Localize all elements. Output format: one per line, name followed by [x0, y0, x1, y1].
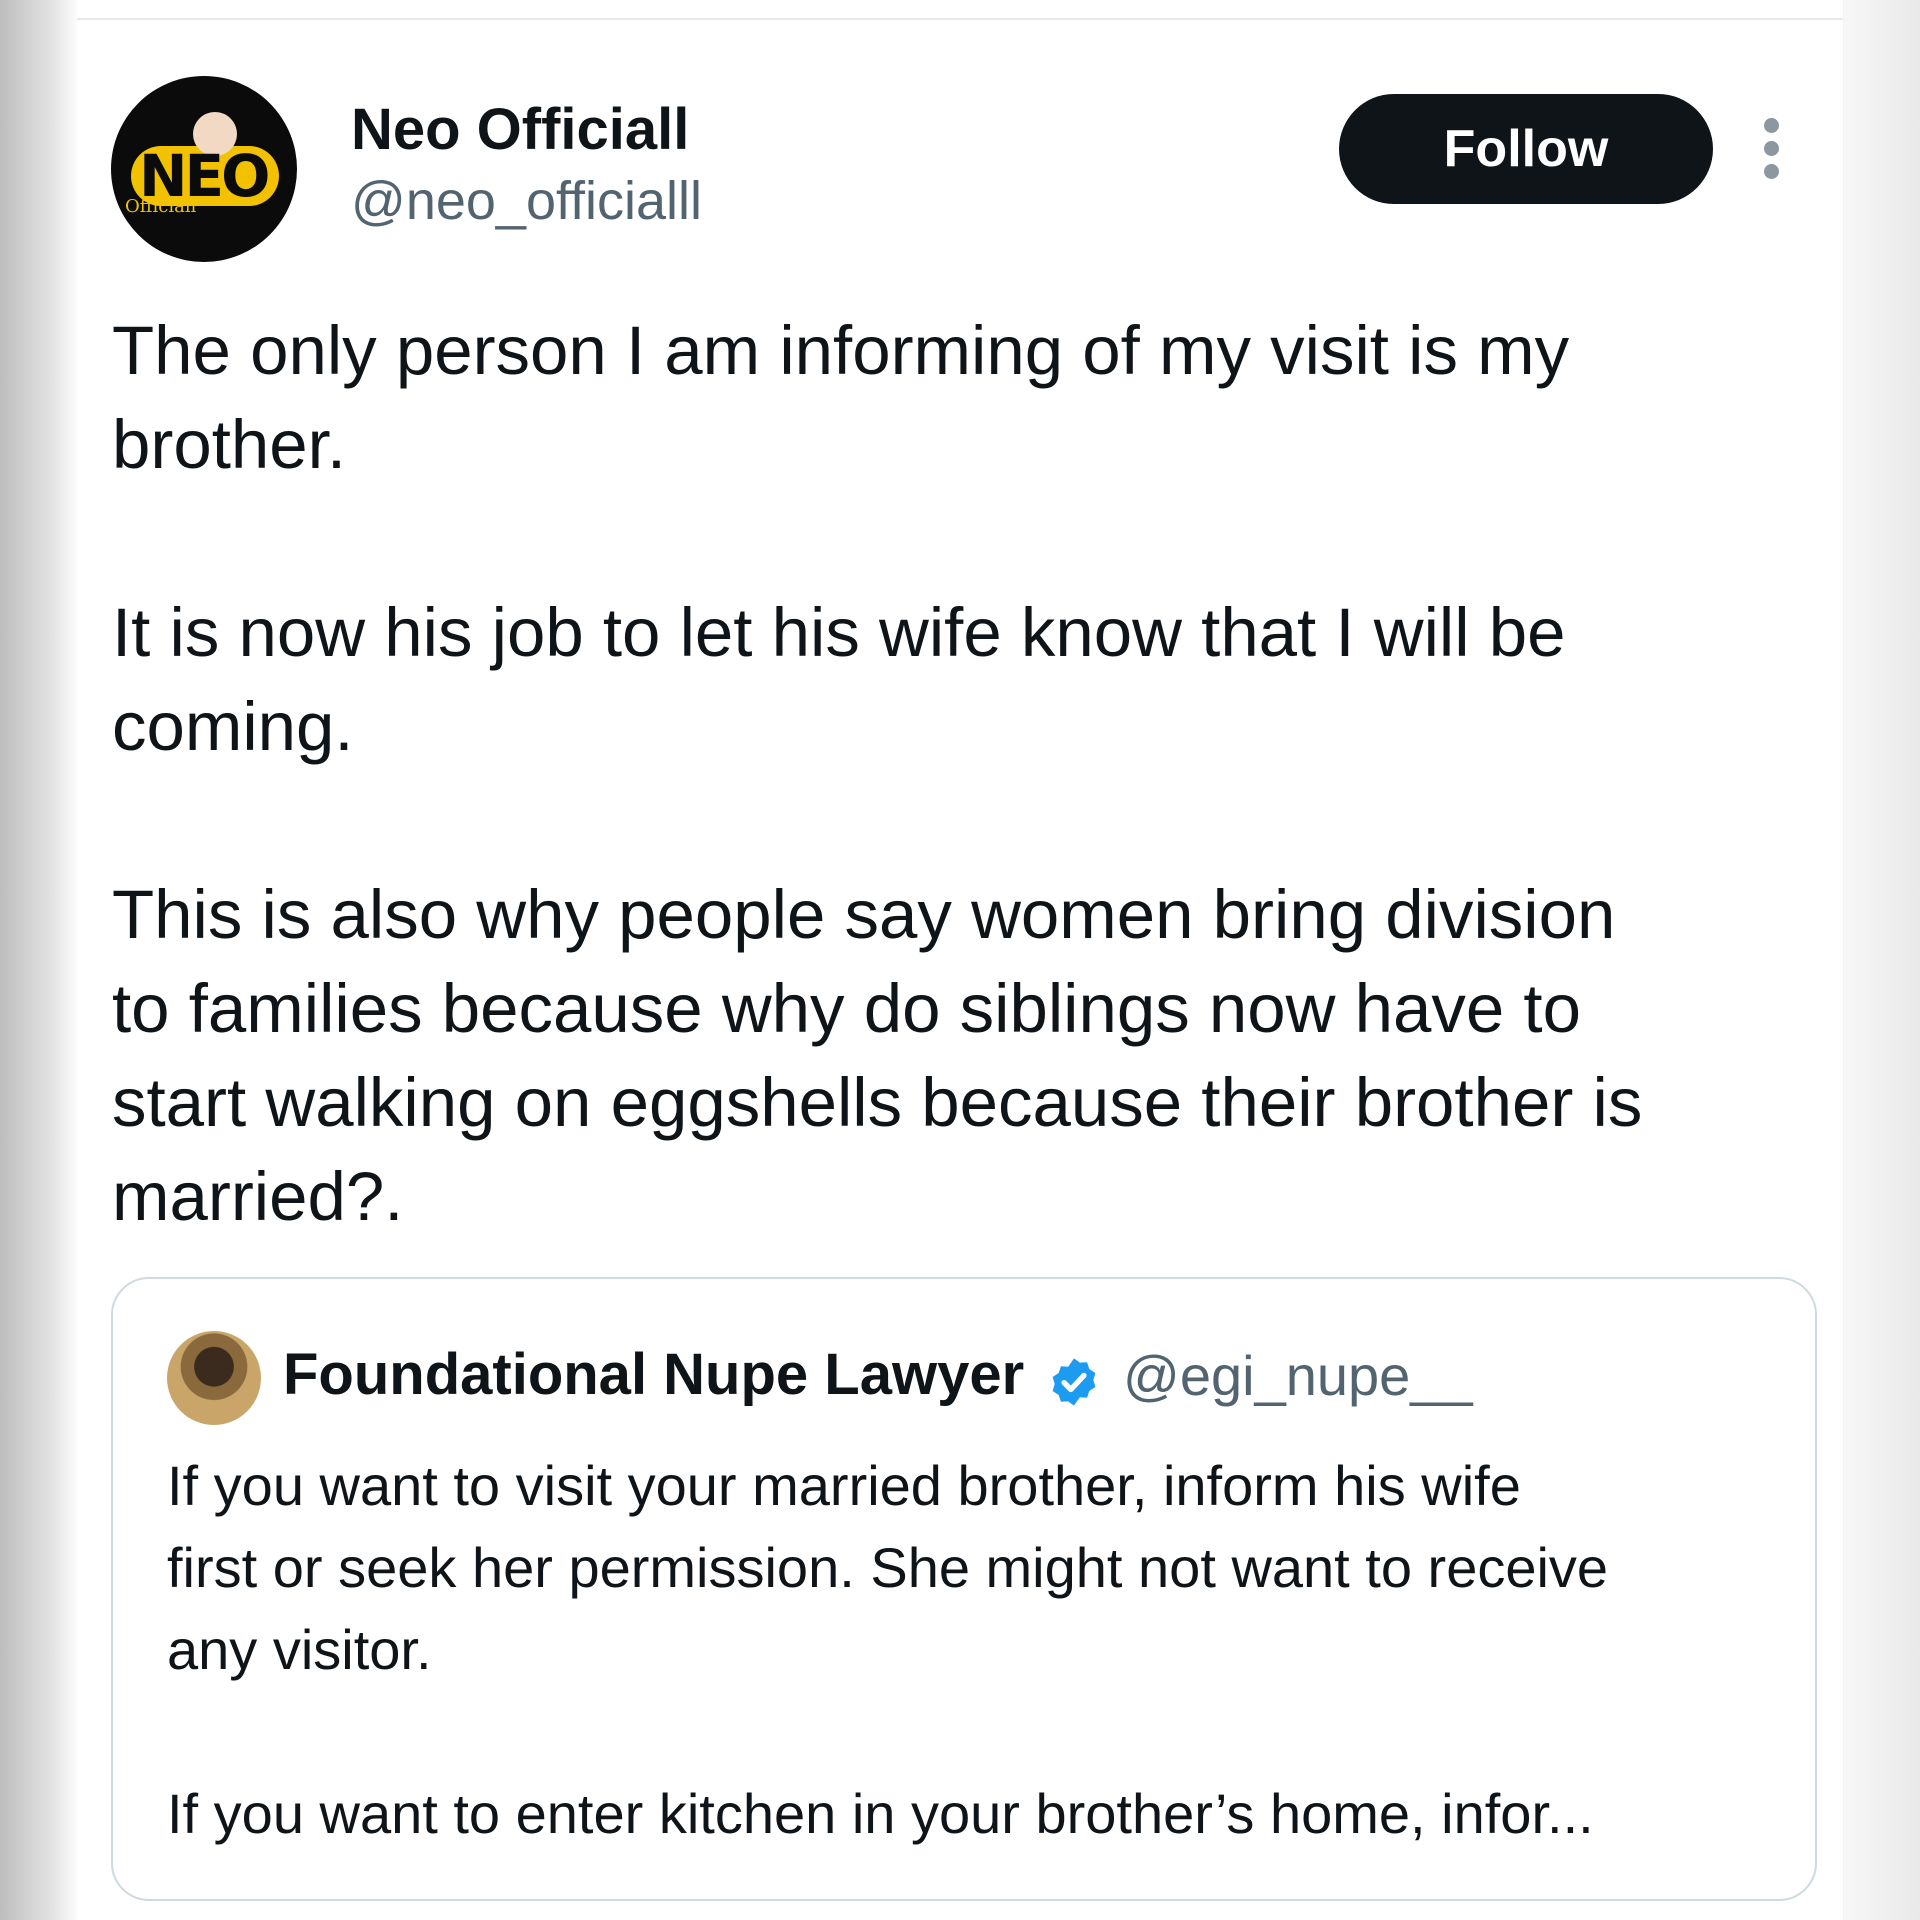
- verified-badge-icon: [1052, 1358, 1096, 1406]
- divider: [77, 18, 1843, 20]
- more-dot: [1763, 164, 1779, 179]
- post-card: NEO Officiall Neo Officiall @neo_officia…: [77, 0, 1843, 1920]
- more-dot: [1763, 118, 1779, 133]
- more-vertical-icon[interactable]: [1761, 118, 1781, 180]
- author-avatar[interactable]: NEO Officiall: [111, 76, 297, 262]
- backdrop-left: [0, 0, 80, 1920]
- post-text: The only person I am informing of my vis…: [112, 312, 1643, 1235]
- follow-button[interactable]: Follow: [1339, 94, 1713, 204]
- quoted-post-card[interactable]: Foundational Nupe Lawyer @egi_nupe__ If …: [111, 1277, 1817, 1901]
- author-display-name[interactable]: Neo Officiall: [351, 96, 689, 163]
- quoted-author-handle[interactable]: @egi_nupe__: [1123, 1343, 1473, 1408]
- quoted-author-avatar[interactable]: [167, 1331, 261, 1425]
- author-handle[interactable]: @neo_officialll: [351, 170, 702, 232]
- quoted-post-text: If you want to visit your married brothe…: [167, 1454, 1609, 1845]
- avatar-logo-subtext: Officiall: [125, 196, 197, 217]
- backdrop-right: [1844, 0, 1920, 1920]
- quoted-author-display-name[interactable]: Foundational Nupe Lawyer: [283, 1341, 1024, 1408]
- more-dot: [1763, 141, 1779, 156]
